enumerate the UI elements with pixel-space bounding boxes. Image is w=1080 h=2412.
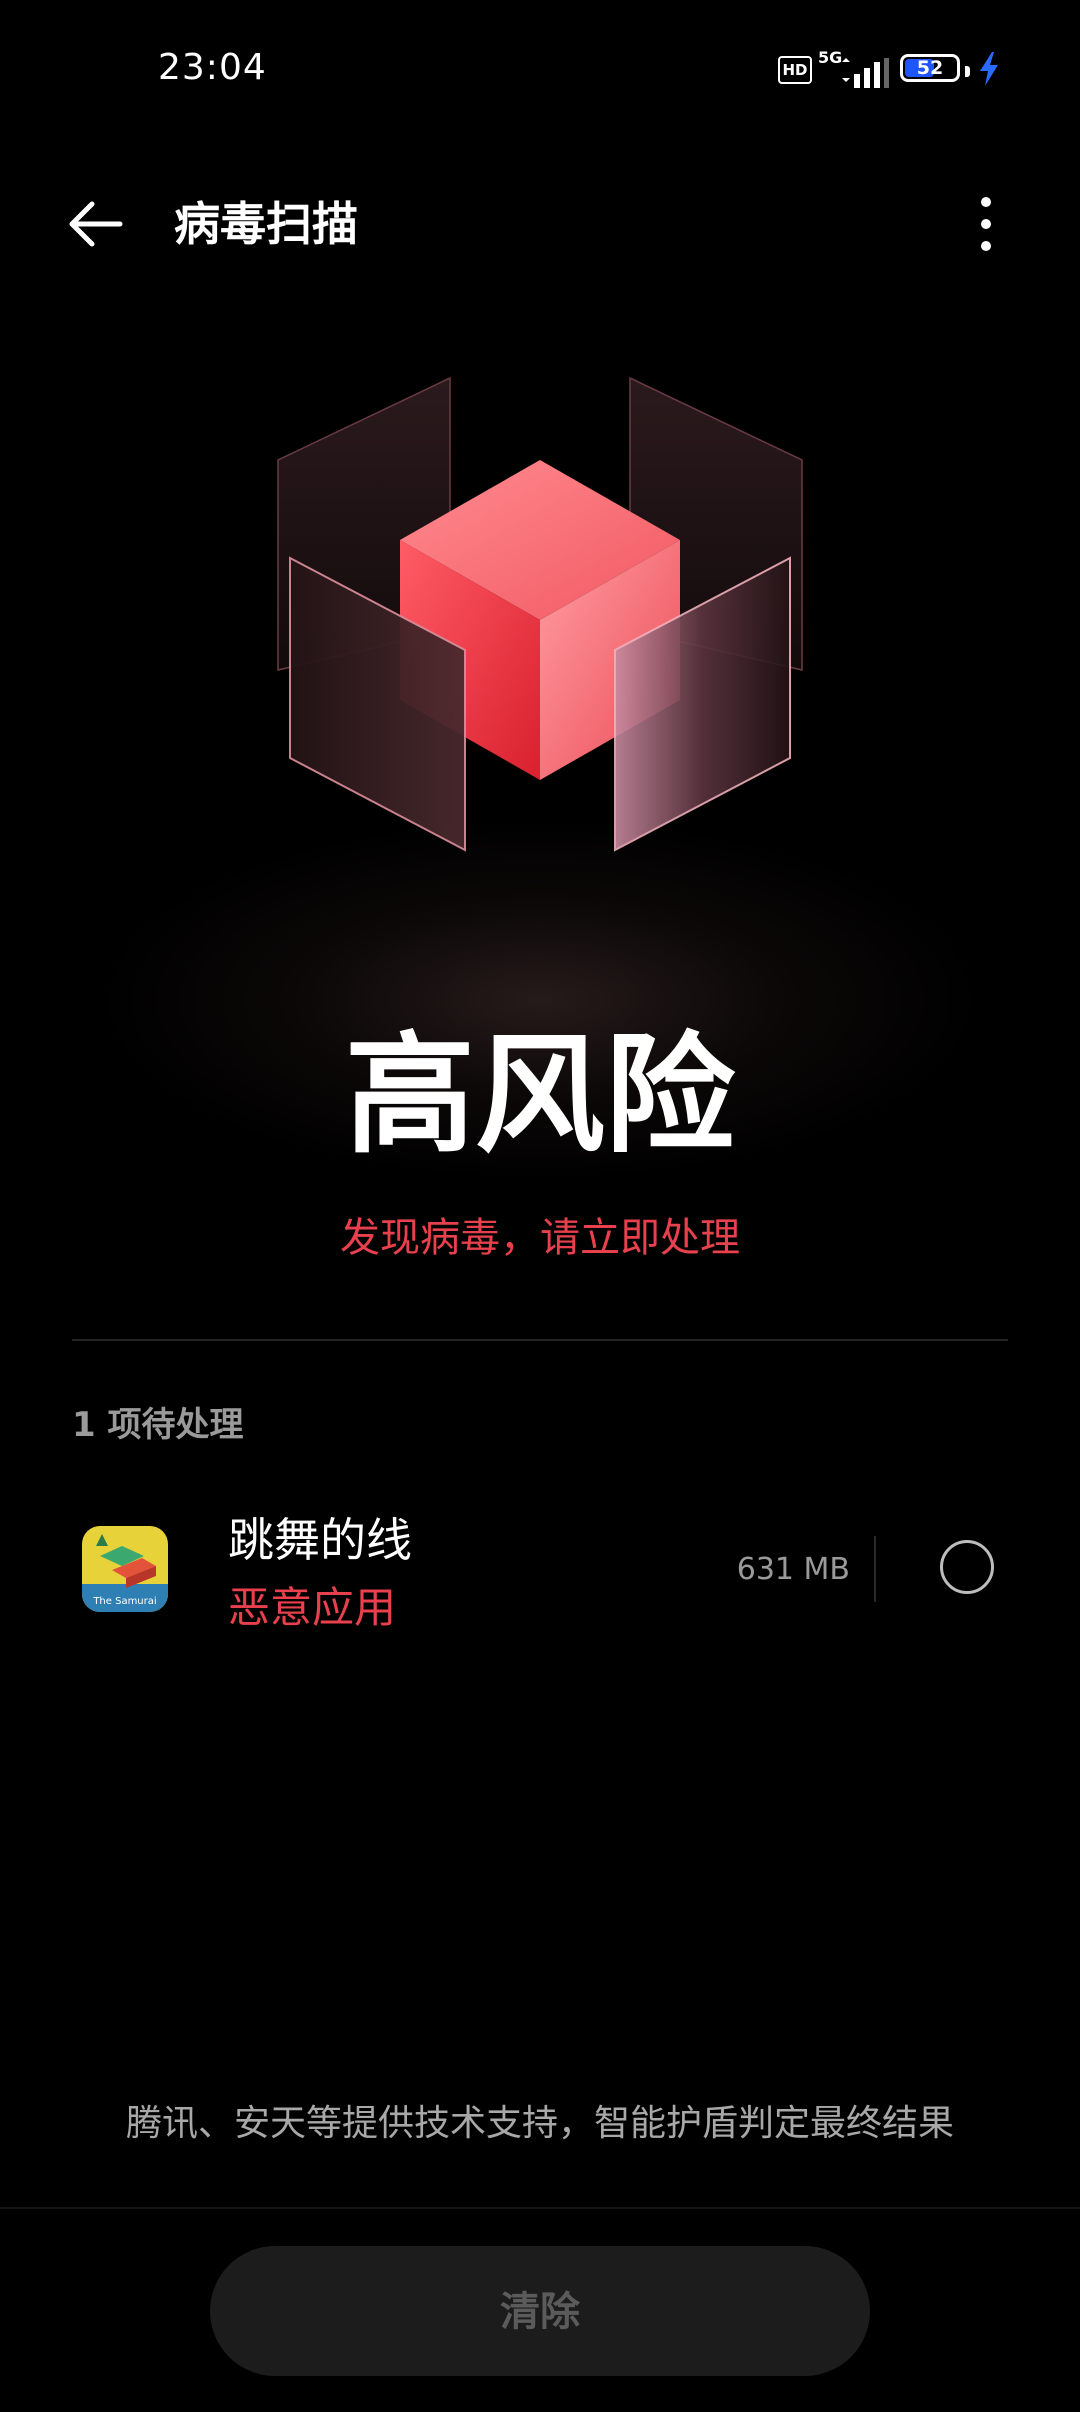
- list-item[interactable]: The Samurai 跳舞的线 恶意应用 631 MB: [0, 1490, 1080, 1650]
- section-divider: [72, 1339, 1008, 1341]
- row-divider: [874, 1536, 876, 1602]
- app-risk-tag: 恶意应用: [228, 1583, 397, 1632]
- screen: 23:04 HD 5G 52 病毒扫描 高风险 发现病毒，请立即处理 1 项待处…: [0, 0, 1080, 2412]
- clear-button[interactable]: 清除: [210, 2246, 870, 2376]
- battery-tip: [965, 66, 970, 77]
- status-time: 23:04: [158, 47, 267, 88]
- arrow-left-icon: [69, 201, 123, 247]
- page-title: 病毒扫描: [174, 197, 358, 251]
- app-size: 631 MB: [736, 1552, 850, 1587]
- app-name: 跳舞的线: [228, 1513, 412, 1567]
- back-button[interactable]: [62, 194, 132, 254]
- app-icon-caption: The Samurai: [92, 1596, 156, 1607]
- bolt-icon: [980, 52, 998, 86]
- pending-count-label: 1 项待处理: [72, 1405, 244, 1445]
- support-text: 腾讯、安天等提供技术支持，智能护盾判定最终结果: [125, 2103, 954, 2144]
- battery-icon: 52: [900, 54, 970, 82]
- risk-cube-illustration: [277, 376, 803, 852]
- more-options-button[interactable]: [966, 194, 1006, 254]
- network-type-label: 5G: [818, 48, 843, 67]
- footer-divider: [0, 2207, 1080, 2209]
- battery-level: 52: [916, 57, 944, 79]
- risk-message: 发现病毒，请立即处理: [340, 1215, 740, 1261]
- app-icon: The Samurai: [82, 1526, 168, 1612]
- signal-icon: [842, 58, 889, 88]
- hd-badge: HD: [778, 56, 812, 84]
- more-vertical-icon: [981, 197, 991, 251]
- risk-level-title: 高风险: [344, 1019, 735, 1171]
- dancing-line-app-icon: The Samurai: [82, 1526, 168, 1612]
- select-radio-button[interactable]: [940, 1540, 994, 1594]
